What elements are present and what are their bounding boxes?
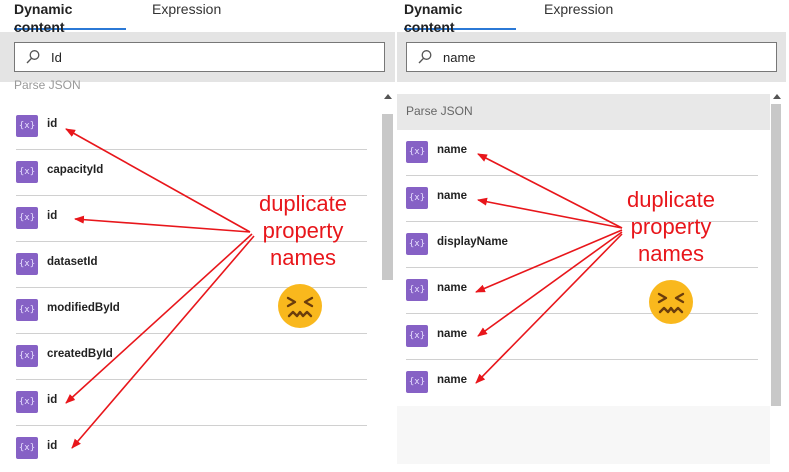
annotation-arrows [65, 128, 623, 449]
arrow-line [477, 197, 623, 229]
arrow-line [475, 229, 623, 293]
arrow-line [71, 235, 255, 449]
arrow-line [477, 153, 623, 229]
arrow-line [74, 215, 251, 233]
arrow-line [475, 233, 623, 384]
arrow-line [477, 231, 623, 337]
arrow-line [65, 128, 251, 233]
arrow-line [65, 233, 253, 404]
